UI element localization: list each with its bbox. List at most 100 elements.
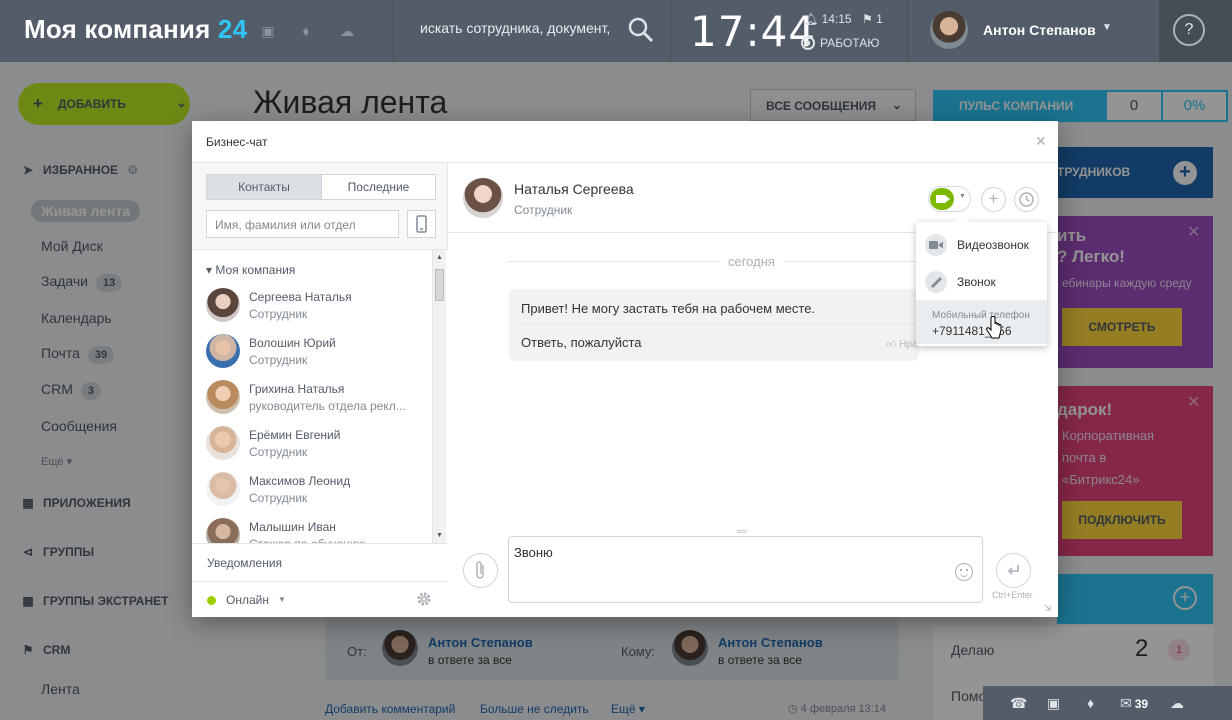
date-label: сегодня bbox=[718, 254, 785, 269]
hand-cursor-icon bbox=[986, 316, 1002, 339]
contact-role: Сотрудник bbox=[249, 307, 308, 321]
user-name[interactable]: Антон Степанов bbox=[983, 22, 1096, 38]
partner-role: Сотрудник bbox=[514, 203, 573, 217]
list-item[interactable]: Малышин Иван Стажер по обучению bbox=[206, 518, 431, 543]
enter-icon bbox=[1007, 565, 1019, 575]
alarm-time[interactable]: 🔔︎ 14:15 bbox=[803, 12, 852, 26]
phone-icon[interactable]: ☎ bbox=[1010, 695, 1027, 712]
status-selector[interactable]: Онлайн ▼ bbox=[192, 581, 448, 617]
contact-role: Сотрудник bbox=[249, 353, 308, 367]
bell-icon[interactable]: ♦ bbox=[1087, 695, 1094, 711]
contact-search-input[interactable]: Имя, фамилия или отдел bbox=[206, 210, 399, 238]
avatar bbox=[206, 472, 240, 506]
work-status-label: РАБОТАЮ bbox=[820, 36, 880, 50]
voice-call-item[interactable]: Звонок bbox=[916, 263, 1047, 299]
contact-role: руководитель отдела рекл... bbox=[249, 399, 406, 413]
chat-icon[interactable]: ▣ bbox=[1047, 695, 1060, 712]
paperclip-icon bbox=[476, 561, 484, 579]
video-call-item[interactable]: Видеозвонок bbox=[916, 226, 1047, 262]
smile-icon[interactable] bbox=[955, 563, 973, 581]
phone-button[interactable] bbox=[407, 210, 436, 238]
contact-name: Грихина Наталья bbox=[249, 382, 345, 396]
work-status-button[interactable]: РАБОТАЮ bbox=[801, 36, 879, 50]
contact-name: Волошин Юрий bbox=[249, 336, 336, 350]
cloud-icon[interactable]: ☁ bbox=[338, 22, 356, 40]
send-hint: Ctrl+Enter bbox=[992, 590, 1033, 600]
list-item[interactable]: Грихина Наталья руководитель отдела рекл… bbox=[206, 380, 431, 426]
scroll-down-icon[interactable]: ▼ bbox=[436, 532, 443, 539]
avatar bbox=[206, 426, 240, 460]
send-button[interactable] bbox=[996, 553, 1031, 588]
list-item[interactable]: Ерёмин Евгений Сотрудник bbox=[206, 426, 431, 472]
attach-button[interactable] bbox=[463, 553, 498, 588]
chat-title: Бизнес-чат bbox=[206, 135, 268, 149]
mail-count: 39 bbox=[1134, 697, 1149, 711]
clock[interactable]: 17:44 bbox=[690, 7, 816, 56]
like-button[interactable]: 👍︎ Нра bbox=[886, 338, 918, 350]
contact-role: Сотрудник bbox=[249, 491, 308, 505]
video-camera-icon bbox=[925, 234, 947, 256]
chevron-down-icon[interactable]: ▼ bbox=[1102, 22, 1112, 33]
notifications-link[interactable]: Уведомления bbox=[192, 543, 448, 581]
status-label: Онлайн bbox=[226, 593, 269, 607]
history-icon bbox=[1019, 192, 1034, 207]
contact-panel: Контакты Последние Имя, фамилия или отде… bbox=[192, 163, 448, 617]
mail-icon[interactable]: ✉ 39 bbox=[1120, 695, 1148, 712]
logo-text: Моя компания bbox=[24, 14, 211, 44]
flag-count-value: 1 bbox=[876, 12, 883, 26]
top-bar: Моя компания 24 ▣ ♦ ☁ искать сотрудника,… bbox=[0, 0, 1232, 62]
global-search-input[interactable]: искать сотрудника, документ, bbox=[420, 20, 610, 36]
search-icon[interactable] bbox=[627, 16, 655, 44]
contact-tabs: Контакты Последние bbox=[206, 174, 436, 200]
contact-name: Максимов Леонид bbox=[249, 474, 351, 488]
like-label: Нра bbox=[899, 339, 918, 350]
group-label: Моя компания bbox=[215, 263, 296, 277]
call-button[interactable]: ▼ bbox=[928, 186, 971, 212]
partner-name[interactable]: Наталья Сергеева bbox=[514, 181, 634, 197]
bell-icon[interactable]: ♦ bbox=[297, 22, 315, 40]
mobile-icon bbox=[416, 215, 427, 233]
contact-name: Ерёмин Евгений bbox=[249, 428, 341, 442]
contact-list: ▾ Моя компания Сергеева Наталья Сотрудни… bbox=[192, 249, 448, 543]
message-text: Привет! Не могу застать тебя на рабочем … bbox=[521, 301, 816, 316]
add-participant-button[interactable]: + bbox=[981, 187, 1006, 212]
flag-counter[interactable]: ⚑ 1 bbox=[862, 12, 883, 26]
message-input[interactable]: Звоню bbox=[508, 536, 983, 603]
contact-list-scrollbar[interactable]: ▲ ▼ bbox=[432, 250, 446, 543]
app-logo[interactable]: Моя компания 24 bbox=[24, 14, 247, 45]
message-bubble: Привет! Не могу застать тебя на рабочем … bbox=[509, 289, 919, 361]
avatar bbox=[206, 518, 240, 543]
chevron-down-icon: ▼ bbox=[278, 595, 286, 604]
divider bbox=[907, 0, 908, 62]
divider bbox=[393, 0, 394, 62]
online-status-dot bbox=[207, 596, 216, 605]
gear-icon[interactable] bbox=[415, 590, 433, 608]
group-header[interactable]: ▾ Моя компания bbox=[206, 263, 295, 277]
mobile-phone-item[interactable]: Мобильный телефон +7911481__56 bbox=[916, 300, 1047, 344]
tab-contacts[interactable]: Контакты bbox=[207, 175, 321, 199]
messenger-bar: ☎ ▣ ♦ ✉ 39 ☁ bbox=[983, 686, 1232, 720]
video-call-label: Видеозвонок bbox=[957, 238, 1029, 252]
avatar bbox=[206, 380, 240, 414]
close-icon[interactable]: ✕ bbox=[1035, 133, 1047, 150]
tab-recent[interactable]: Последние bbox=[321, 175, 435, 199]
list-item[interactable]: Сергеева Наталья Сотрудник bbox=[206, 288, 431, 334]
list-item[interactable]: Максимов Леонид Сотрудник bbox=[206, 472, 431, 518]
scroll-up-icon[interactable]: ▲ bbox=[436, 254, 443, 261]
divider bbox=[521, 323, 917, 324]
help-button[interactable]: ? bbox=[1173, 14, 1205, 46]
user-avatar[interactable] bbox=[930, 11, 968, 49]
chat-header: Бизнес-чат ✕ bbox=[192, 121, 1058, 163]
chat-icon[interactable]: ▣ bbox=[259, 22, 277, 40]
divider bbox=[670, 0, 671, 62]
avatar bbox=[206, 334, 240, 368]
stop-icon bbox=[801, 36, 815, 50]
resize-grip-icon[interactable]: ⇲ bbox=[1044, 603, 1052, 614]
scroll-thumb[interactable] bbox=[435, 269, 444, 301]
mobile-phone-title: Мобильный телефон bbox=[932, 310, 1030, 321]
avatar[interactable] bbox=[463, 178, 503, 218]
cloud-icon[interactable]: ☁ bbox=[1170, 695, 1184, 712]
resize-handle[interactable] bbox=[737, 530, 747, 533]
list-item[interactable]: Волошин Юрий Сотрудник bbox=[206, 334, 431, 380]
history-button[interactable] bbox=[1014, 187, 1039, 212]
